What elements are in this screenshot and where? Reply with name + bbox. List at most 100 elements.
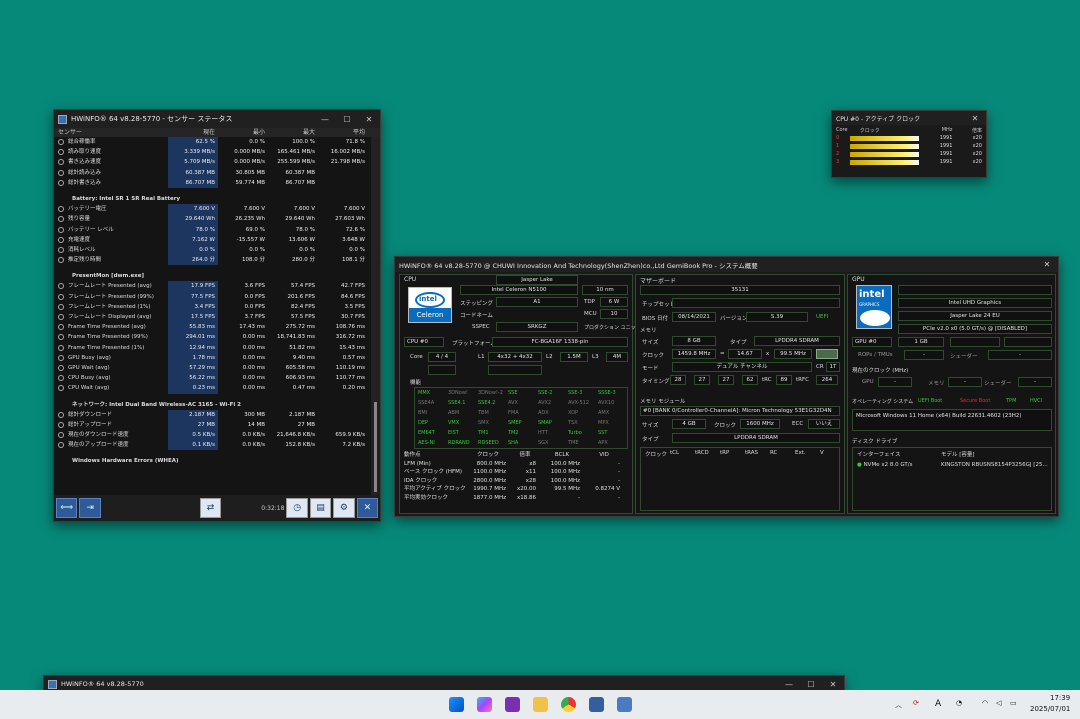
sensor-avg: 27.603 Wh (335, 216, 365, 223)
sensor-scrollbar[interactable] (371, 137, 380, 495)
sensor-row[interactable]: 総計アップロード 27 MB 14 MB 27 MB (54, 419, 371, 431)
disk-row[interactable]: ● NVMe x2 8.0 GT/s (857, 462, 912, 468)
col-avg[interactable]: 平均 (318, 128, 368, 137)
col-max[interactable]: 最大 (268, 128, 318, 137)
clock-icon-button[interactable]: ◷ (286, 498, 308, 518)
sensor-row[interactable]: 総合稼働率 62.5 % 0.0 % 100.0 % 71.8 % (54, 137, 371, 148)
sys-close-icon[interactable]: ✕ (1036, 260, 1058, 269)
onenote-icon[interactable] (505, 697, 520, 712)
sensor-row[interactable]: 現在のダウンロード速度 0.5 KB/s 0.0 KB/s 21,646.8 KB/s… (54, 430, 371, 441)
sensor-row[interactable]: Frame Time Presented (99%) 294.01 ms 0.00 … (54, 332, 371, 343)
clock-titlebar[interactable]: CPU #0 - アクティブ クロック ✕ (832, 111, 986, 125)
sensor-row[interactable]: Frame Time Presented (avg) 55.83 ms 17.43 … (54, 322, 371, 333)
hwinfo-main-window[interactable]: HWiNFO® 64 v8.28-5770 — ☐ ✕ (43, 675, 845, 691)
cpu-select[interactable]: CPU #0 (404, 337, 444, 347)
module-clock: 1600 MHz (740, 419, 780, 429)
module-select[interactable]: #0 [BANK 0/Controller0-ChannelA]: Micron… (640, 406, 840, 416)
tray-chevron-icon[interactable]: ︿ (895, 700, 902, 710)
sensor-row[interactable]: CPU Busy (avg) 56.22 ms 0.00 ms 606.93 ms 11… (54, 373, 371, 384)
sensor-titlebar[interactable]: HWiNFO® 64 v8.28-5770 - センサー ステータス — ☐ ✕ (54, 110, 380, 128)
chrome-icon[interactable] (561, 697, 576, 712)
module-col-header: V (820, 450, 824, 456)
sensor-row[interactable]: CPU Wait (avg) 0.23 ms 0.00 ms 0.47 ms 0.20 … (54, 383, 371, 394)
wifi-icon[interactable]: ◠ (982, 699, 988, 707)
sensor-name: 現在のダウンロード速度 (54, 430, 168, 440)
volume-icon[interactable]: ◁ (996, 699, 1001, 707)
sensor-row[interactable]: 総計読み込み 60.387 MB 30.805 MB 60.387 MB (54, 167, 371, 178)
close-icon[interactable]: ✕ (358, 115, 380, 124)
sensor-row[interactable]: 残り容量 29.640 Wh 26.235 Wh 29.640 Wh 27.603 Wh (54, 214, 371, 225)
network-icon-button[interactable]: ⇄ (199, 498, 222, 518)
sensor-row[interactable]: 総計ダウンロード 2.187 MB 300 MB 2.187 MB (54, 409, 371, 420)
sensor-row[interactable]: フレームレート Presented (1%) 3.4 FPS 0.0 FPS 82.4… (54, 301, 371, 312)
col-min[interactable]: 最小 (218, 128, 268, 137)
sensor-group[interactable]: ネットワーク: Intel Dual Band Wireless-AC 3165… (54, 400, 371, 410)
report-icon-button[interactable]: ▤ (309, 498, 332, 518)
col-sensor[interactable]: センサー (54, 128, 168, 137)
hwinfo-taskbar-icon[interactable] (589, 697, 604, 712)
cpu-feature: TSX (568, 420, 578, 426)
clock-time[interactable]: 17:39 (1050, 694, 1070, 702)
sensor-row[interactable]: 充電速度 7.162 W -15.557 W 13.606 W 3.648 W (54, 234, 371, 245)
module-clock-label: クロック (714, 423, 737, 429)
clock-date[interactable]: 2025/07/01 (1030, 705, 1070, 713)
sensor-group[interactable]: Battery: Intel SR 1 SR Real Battery (54, 194, 371, 204)
sys-titlebar[interactable]: HWiNFO® 64 v8.28-5770 @ CHUWI Innovation… (395, 257, 1058, 272)
battery-icon[interactable]: ▭ (1010, 699, 1017, 707)
sensor-row[interactable]: 総計書き込み 86.707 MB 59.774 MB 86.707 MB (54, 177, 371, 188)
sensor-row[interactable]: GPU Wait (avg) 57.29 ms 0.00 ms 605.58 ms 11… (54, 362, 371, 374)
cpu-feature: 3DNow!-2 (478, 390, 503, 396)
maximize-icon[interactable]: ☐ (336, 115, 358, 124)
ops-cell: 100.0 MHz (550, 477, 580, 484)
main-titlebar[interactable]: HWiNFO® 64 v8.28-5770 — ☐ ✕ (44, 676, 844, 690)
sensor-current: 3.339 MB/s (168, 147, 218, 158)
sensor-row[interactable]: バッテリー レベル 78.0 % 69.0 % 78.0 % 72.6 % (54, 224, 371, 235)
settings-icon-button[interactable]: ⚙ (333, 498, 355, 518)
minimize-icon[interactable]: — (314, 115, 336, 124)
gpu-mem-value: - (948, 377, 982, 387)
tray-app-icon[interactable]: ◔ (956, 699, 962, 707)
sensor-row[interactable]: フレームレート Displayed (avg) 17.5 FPS 3.7 FPS 57… (54, 312, 371, 323)
sensor-row[interactable]: バッテリー電圧 7.600 V 7.600 V 7.600 V 7.600 V (54, 204, 371, 215)
cpu-clock-window[interactable]: CPU #0 - アクティブ クロック ✕ Core クロック MHz 倍率 0… (831, 110, 987, 178)
clock-multiplier: x20 (972, 159, 982, 165)
main-close-icon[interactable]: ✕ (822, 680, 844, 689)
sensor-current: 78.0 % (168, 224, 218, 235)
sensor-group[interactable]: PresentMon [dwm.exe] (54, 271, 371, 281)
sensor-status-window[interactable]: HWiNFO® 64 v8.28-5770 - センサー ステータス — ☐ ✕… (53, 109, 381, 522)
sensor-row[interactable]: 書き込み速度 5.709 MB/s 0.000 MB/s 255.599 MB/s 21… (54, 157, 371, 168)
sensor-list[interactable]: 総合稼働率 62.5 % 0.0 % 100.0 % 71.8 % 読み取り速度 3.339… (54, 137, 371, 495)
expand-columns-button[interactable]: ⟺ (56, 498, 78, 518)
tray-sync-icon[interactable]: ⟳ (913, 699, 919, 707)
timing-3: 27 (718, 375, 734, 385)
main-minimize-icon[interactable]: — (778, 680, 800, 689)
sensor-row[interactable]: GPU Busy (avg) 1.78 ms 0.00 ms 9.40 ms 0.57 … (54, 352, 371, 363)
file-explorer-icon[interactable] (533, 697, 548, 712)
sensor-row[interactable]: 消耗レベル 0.0 % 0.0 % 0.0 % 0.0 % (54, 244, 371, 256)
cpu-feature: SHA (508, 440, 519, 446)
sensor-row[interactable]: 読み取り速度 3.339 MB/s 0.000 MB/s 165.461 MB/s 16… (54, 147, 371, 158)
gpu-select[interactable]: GPU #0 (852, 337, 892, 347)
close-sensors-button[interactable]: ✕ (356, 498, 379, 518)
sensor-clock-icon (58, 421, 64, 428)
collapse-columns-button[interactable]: ⇥ (79, 498, 101, 518)
intel-graphics-logo: intel GRAPHICS (856, 285, 892, 329)
hwinfo-sensor-taskbar-icon[interactable] (617, 697, 632, 712)
gpu-codename: Jasper Lake 24 EU (898, 311, 1052, 321)
ops-cell: - (618, 469, 620, 475)
sensor-row[interactable]: 現在のアップロード速度 0.1 KB/s 0.0 KB/s 152.8 KB/s 7.2… (54, 440, 371, 451)
sensor-row[interactable]: フレームレート Presented (avg) 17.9 FPS 3.6 FPS 57… (54, 281, 371, 292)
sensor-group[interactable]: Windows Hardware Errors (WHEA) (54, 456, 371, 466)
sensor-row[interactable]: Frame Time Presented (1%) 12.94 ms 0.00 ms… (54, 342, 371, 353)
ime-indicator[interactable]: A (935, 699, 941, 709)
col-current[interactable]: 現在 (168, 128, 218, 137)
start-icon[interactable] (449, 697, 464, 712)
main-maximize-icon[interactable]: ☐ (800, 680, 822, 689)
sensor-row[interactable]: フレームレート Presented (99%) 77.5 FPS 0.0 FPS 20… (54, 291, 371, 302)
cpu-feature: FMA (508, 410, 519, 416)
system-summary-window[interactable]: HWiNFO® 64 v8.28-5770 @ CHUWI Innovation… (394, 256, 1059, 517)
sensor-row[interactable]: 推定残り時間 264.0 分 108.0 分 280.0 分 108.1 分 (54, 255, 371, 266)
scrollbar-thumb[interactable] (374, 402, 377, 492)
copilot-icon[interactable] (477, 697, 492, 712)
clock-close-icon[interactable]: ✕ (964, 114, 986, 123)
